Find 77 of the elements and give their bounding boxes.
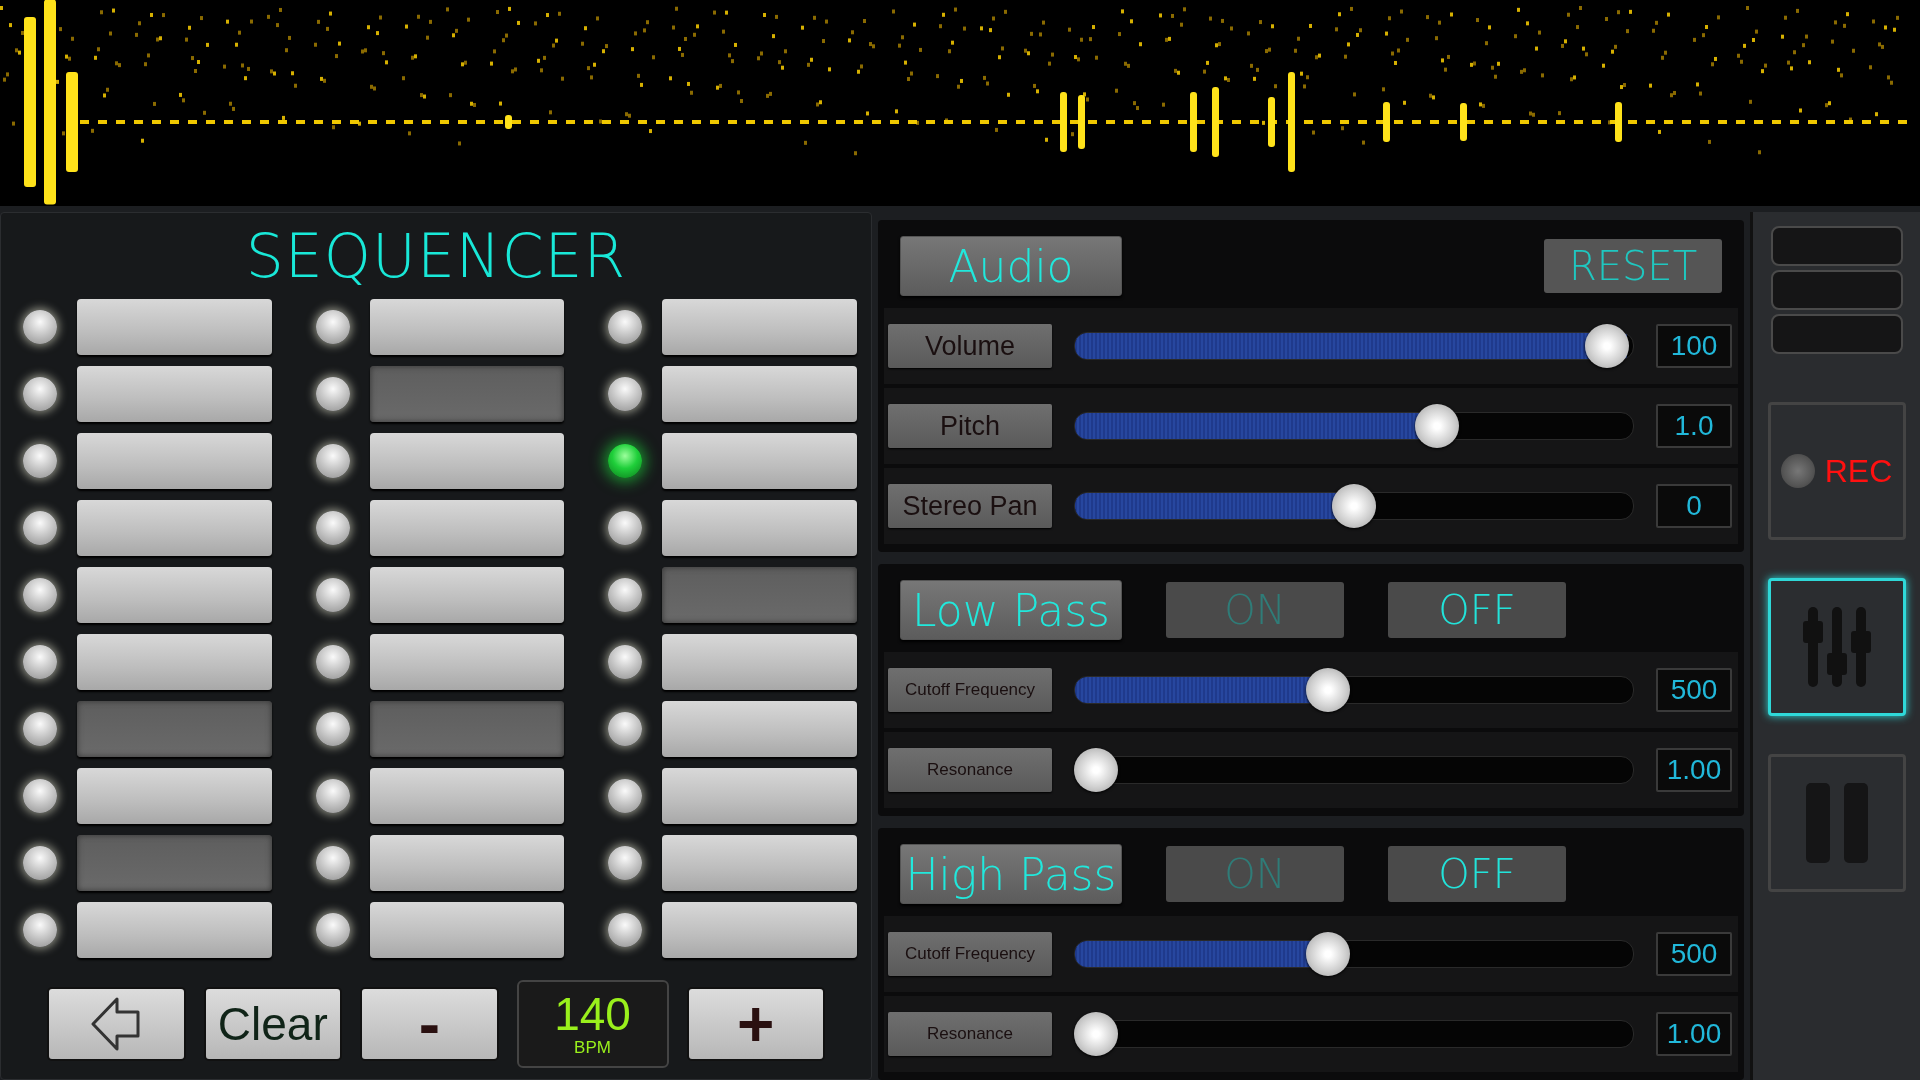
back-button[interactable] xyxy=(47,987,186,1061)
step-pad[interactable] xyxy=(662,768,857,824)
value-display: 1.00 xyxy=(1656,748,1732,792)
step-pad[interactable] xyxy=(662,500,857,556)
slider-thumb[interactable] xyxy=(1306,668,1351,712)
slider-thumb[interactable] xyxy=(1306,932,1351,976)
decrease-button[interactable]: - xyxy=(360,987,499,1061)
step-pad[interactable] xyxy=(662,701,857,757)
parameter-label: Pitch xyxy=(888,404,1052,448)
slider[interactable] xyxy=(1074,322,1634,370)
step-pad[interactable] xyxy=(369,433,565,489)
step-pad[interactable] xyxy=(662,299,857,355)
record-button[interactable]: REC xyxy=(1767,402,1906,540)
step-pad[interactable] xyxy=(662,634,857,690)
slider-thumb[interactable] xyxy=(1074,748,1118,792)
arrow-left-icon xyxy=(91,996,142,1052)
value-display: 100 xyxy=(1656,324,1732,368)
value-display: 500 xyxy=(1656,668,1732,712)
step-pad[interactable] xyxy=(369,634,565,690)
slider-thumb[interactable] xyxy=(1584,324,1629,368)
parameter-label: Resonance xyxy=(888,748,1052,792)
increase-button[interactable]: + xyxy=(686,987,825,1061)
parameter-label: Volume xyxy=(888,324,1052,368)
step-pad[interactable] xyxy=(77,768,272,824)
slider[interactable] xyxy=(1074,666,1634,714)
parameter-label: Cutoff Frequency xyxy=(888,668,1052,712)
value-display: 0 xyxy=(1656,484,1732,528)
step-pad[interactable] xyxy=(369,299,565,355)
section-title-button[interactable]: High Pass xyxy=(900,844,1122,904)
step-pad[interactable] xyxy=(77,433,272,489)
step-pad[interactable] xyxy=(369,835,565,891)
slider[interactable] xyxy=(1074,930,1634,978)
step-pad[interactable] xyxy=(662,902,857,958)
step-pad[interactable] xyxy=(77,634,272,690)
toggle-button[interactable]: OFF xyxy=(1388,846,1566,902)
section-title-button[interactable]: Audio xyxy=(900,236,1122,296)
step-pad[interactable] xyxy=(77,500,272,556)
bpm-unit: BPM xyxy=(574,1038,611,1058)
pause-button[interactable] xyxy=(1767,754,1906,892)
step-pad[interactable] xyxy=(662,567,857,623)
value-display: 1.0 xyxy=(1656,404,1732,448)
parameter-label: Stereo Pan xyxy=(888,484,1052,528)
slider-thumb[interactable] xyxy=(1074,1012,1118,1056)
step-pad[interactable] xyxy=(77,366,272,422)
step-pad[interactable] xyxy=(662,433,857,489)
record-label: REC xyxy=(1824,452,1893,490)
section-title-button[interactable]: Low Pass xyxy=(900,580,1122,640)
step-pad[interactable] xyxy=(662,366,857,422)
toggle-button[interactable]: OFF xyxy=(1388,582,1566,638)
slider[interactable] xyxy=(1074,1010,1634,1058)
step-pad[interactable] xyxy=(662,835,857,891)
step-pad[interactable] xyxy=(77,902,272,958)
slider[interactable] xyxy=(1074,482,1634,530)
slider[interactable] xyxy=(1074,402,1634,450)
slider-thumb[interactable] xyxy=(1414,404,1459,448)
mixer-button[interactable] xyxy=(1767,578,1906,716)
step-pad[interactable] xyxy=(369,567,565,623)
step-pad[interactable] xyxy=(77,299,272,355)
step-pad[interactable] xyxy=(369,701,565,757)
step-pad[interactable] xyxy=(369,500,565,556)
reset-button[interactable]: RESET xyxy=(1544,239,1722,293)
slider-thumb[interactable] xyxy=(1332,484,1376,528)
step-pad[interactable] xyxy=(369,902,565,958)
bpm-value: 140 xyxy=(554,990,631,1038)
parameter-label: Resonance xyxy=(888,1012,1052,1056)
value-display: 500 xyxy=(1656,932,1732,976)
step-pad[interactable] xyxy=(369,366,565,422)
sequencer-title: SEQUENCER xyxy=(245,221,627,291)
slider[interactable] xyxy=(1074,746,1634,794)
step-pad[interactable] xyxy=(77,567,272,623)
clear-button[interactable]: Clear xyxy=(203,987,343,1061)
parameter-label: Cutoff Frequency xyxy=(888,932,1052,976)
pause-icon xyxy=(1803,781,1870,865)
value-display: 1.00 xyxy=(1656,1012,1732,1056)
step-pad[interactable] xyxy=(77,835,272,891)
step-pad[interactable] xyxy=(77,701,272,757)
step-pad[interactable] xyxy=(369,768,565,824)
